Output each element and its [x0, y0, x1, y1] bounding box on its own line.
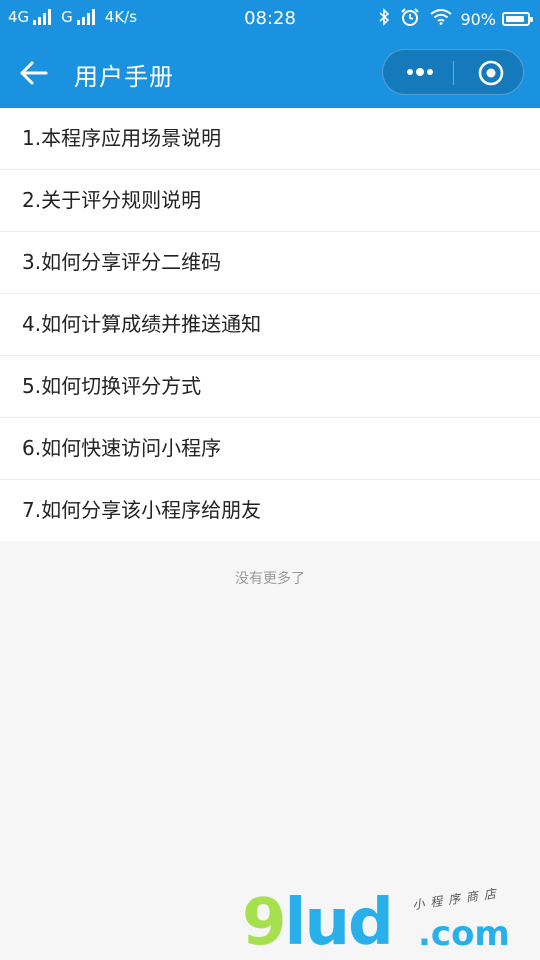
- status-right: 90%: [368, 7, 533, 31]
- arrow-left-icon: [20, 61, 48, 85]
- no-more-text: 没有更多了: [235, 571, 305, 587]
- list-item[interactable]: 5.如何切换评分方式: [0, 356, 540, 418]
- battery-fill: [506, 16, 524, 22]
- watermark-tagline: 小程序商店: [411, 885, 503, 913]
- alarm-icon: [400, 7, 420, 31]
- list-item[interactable]: 7.如何分享该小程序给朋友: [0, 480, 540, 541]
- list-item[interactable]: 1.本程序应用场景说明: [0, 108, 540, 170]
- list-item[interactable]: 2.关于评分规则说明: [0, 170, 540, 232]
- list-item[interactable]: 6.如何快速访问小程序: [0, 418, 540, 480]
- watermark-brand: 9lud: [242, 886, 394, 960]
- capsule-divider: [453, 61, 454, 85]
- more-dots-icon: [407, 68, 433, 76]
- capsule-menu: [382, 49, 524, 95]
- back-button[interactable]: [18, 58, 52, 88]
- watermark-lud: lud: [284, 886, 394, 960]
- battery-icon: [502, 12, 533, 26]
- battery-percent: 90%: [460, 9, 496, 29]
- nav-bar: 用户手册: [0, 38, 540, 108]
- wifi-icon: [430, 9, 453, 29]
- status-bar: 4G G 4K/s 08:28 90%: [0, 0, 540, 38]
- more-button[interactable]: [403, 64, 437, 80]
- manual-list: 1.本程序应用场景说明 2.关于评分规则说明 3.如何分享评分二维码 4.如何计…: [0, 108, 540, 541]
- page-title: 用户手册: [74, 63, 174, 91]
- list-item[interactable]: 3.如何分享评分二维码: [0, 232, 540, 294]
- close-button[interactable]: [477, 59, 505, 87]
- watermark-g: 9: [242, 886, 287, 960]
- bluetooth-icon: [378, 8, 390, 30]
- watermark-logo: 9lud 小程序商店 .com: [236, 880, 536, 960]
- list-item[interactable]: 4.如何计算成绩并推送通知: [0, 294, 540, 356]
- watermark-suffix: .com: [418, 914, 510, 954]
- target-close-icon: [478, 60, 504, 86]
